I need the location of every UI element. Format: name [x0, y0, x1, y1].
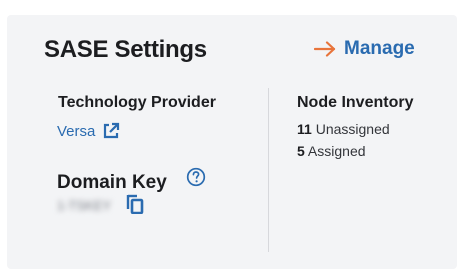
technology-provider-link[interactable]: Versa [57, 122, 120, 140]
domain-key-value: 1-TSKEY [57, 198, 112, 213]
unassigned-number: 11 [297, 121, 312, 137]
node-inventory-label: Node Inventory [297, 94, 414, 111]
column-divider [268, 88, 269, 252]
assigned-number: 5 [297, 143, 305, 159]
technology-provider-value: Versa [57, 122, 96, 140]
manage-label: Manage [344, 38, 415, 59]
unassigned-count: 11 Unassigned [297, 121, 390, 137]
help-circle-icon[interactable] [186, 167, 206, 187]
manage-link[interactable]: Manage [314, 38, 415, 60]
technology-provider-label: Technology Provider [58, 94, 216, 111]
arrow-right-icon [314, 41, 336, 57]
unassigned-text: Unassigned [315, 121, 390, 137]
assigned-text: Assigned [307, 143, 366, 159]
copy-icon[interactable] [126, 194, 144, 214]
domain-key-label: Domain Key [57, 172, 167, 193]
card-title: SASE Settings [44, 36, 207, 63]
external-link-icon[interactable] [102, 122, 120, 140]
assigned-count: 5 Assigned [297, 143, 366, 159]
